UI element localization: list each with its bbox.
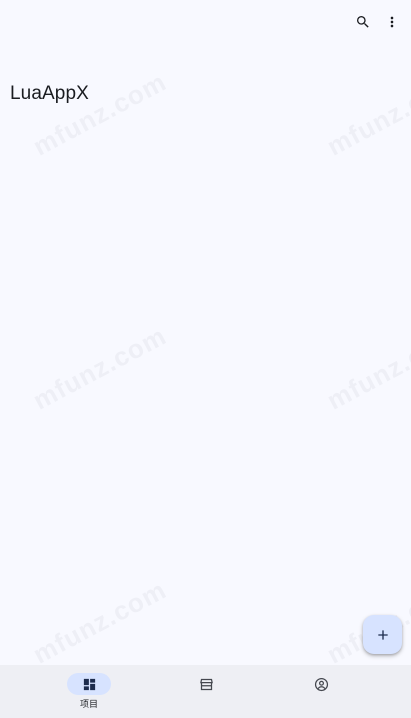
more-vert-icon — [390, 16, 394, 28]
search-icon — [357, 16, 369, 28]
search-button[interactable] — [349, 8, 377, 36]
watermark: mfunz.com — [28, 320, 172, 416]
add-project-button[interactable] — [363, 615, 402, 654]
nav-item-account[interactable] — [253, 665, 390, 718]
dashboard-icon — [83, 678, 95, 690]
bottom-navigation: 项目 — [0, 665, 411, 718]
page-title: LuaAppX — [10, 83, 89, 104]
nav-icon-container — [299, 673, 343, 695]
more-options-button[interactable] — [378, 8, 406, 36]
watermark: mfunz.com — [28, 574, 172, 670]
nav-indicator — [67, 673, 111, 695]
nav-icon-container — [184, 673, 228, 695]
storefront-icon — [199, 678, 213, 690]
watermark: mfunz.com — [322, 320, 411, 416]
top-app-bar — [0, 0, 411, 44]
nav-item-label: 项目 — [79, 699, 98, 709]
account-circle-icon — [314, 677, 328, 691]
add-icon — [377, 629, 388, 640]
watermark: mfunz.com — [322, 66, 411, 162]
nav-item-projects[interactable]: 项目 — [0, 665, 137, 718]
